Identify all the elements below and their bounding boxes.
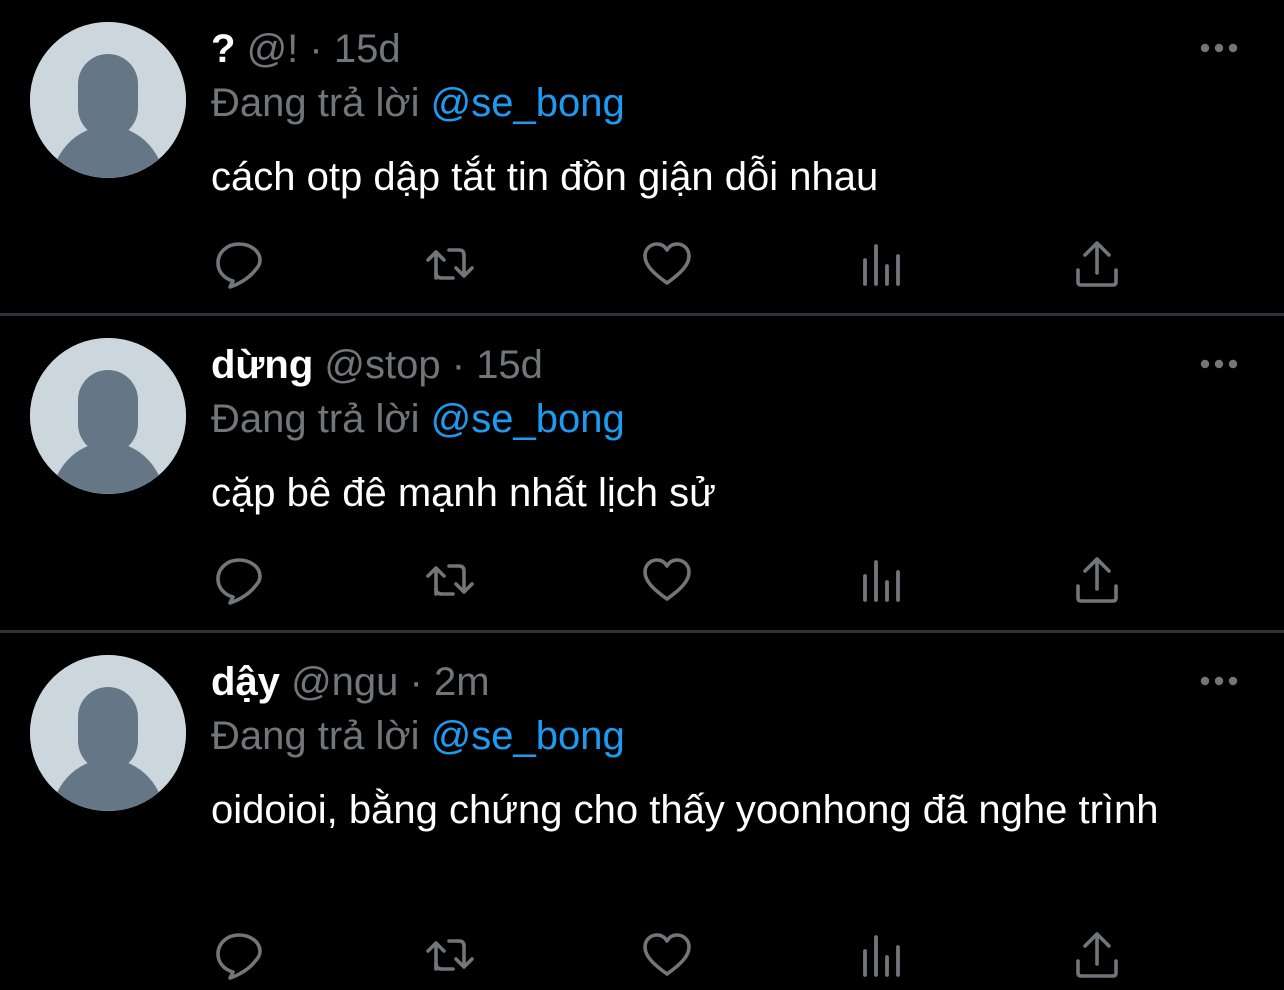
share-upload-icon	[1076, 932, 1118, 978]
analytics-bars-icon	[863, 935, 900, 977]
share-button[interactable]	[1071, 238, 1123, 290]
heart-icon	[643, 242, 691, 285]
more-horizontal-icon	[1200, 359, 1238, 369]
display-name[interactable]: dừng	[211, 343, 313, 387]
reply-bubble-icon	[216, 933, 262, 980]
avatar[interactable]	[30, 338, 186, 494]
replying-to-line: Đang trả lời @se_bong	[211, 80, 625, 126]
timestamp[interactable]: 15d	[334, 27, 401, 71]
username-handle[interactable]: @stop	[324, 343, 440, 387]
reply-bubble-icon	[216, 242, 262, 289]
tweet-header: dậy @ngu · 2m	[211, 659, 490, 705]
reply-button[interactable]	[213, 238, 265, 290]
replying-prefix: Đang trả lời	[211, 714, 420, 758]
tweet-header: dừng @stop · 15d	[211, 342, 543, 388]
action-bar	[211, 554, 1131, 606]
tweet-text: cặp bê đê mạnh nhất lịch sử	[211, 471, 716, 515]
heart-icon	[643, 933, 691, 976]
analytics-bars-icon	[863, 244, 900, 286]
avatar[interactable]	[30, 655, 186, 811]
share-upload-icon	[1076, 241, 1118, 287]
default-profile-icon	[30, 655, 186, 811]
tweet-reply[interactable]: ? @! · 15d Đang trả lời @se_bong cách ot…	[0, 0, 1284, 313]
mention-link[interactable]: @se_bong	[431, 81, 625, 125]
like-button[interactable]	[641, 929, 693, 981]
separator-dot: ·	[409, 660, 423, 704]
share-button[interactable]	[1071, 554, 1123, 606]
views-button[interactable]	[857, 238, 909, 290]
action-bar	[211, 929, 1131, 981]
avatar[interactable]	[30, 22, 186, 178]
share-button[interactable]	[1071, 929, 1123, 981]
like-button[interactable]	[641, 238, 693, 290]
more-options-button[interactable]	[1200, 40, 1240, 60]
analytics-bars-icon	[863, 560, 900, 602]
tweet-text: oidoioi, bằng chứng cho thấy yoonhong đã…	[211, 788, 1159, 832]
retweet-button[interactable]	[425, 238, 477, 290]
tweet-header: ? @! · 15d	[211, 26, 401, 72]
retweet-button[interactable]	[425, 929, 477, 981]
reply-button[interactable]	[213, 554, 265, 606]
separator-dot: ·	[451, 343, 466, 387]
views-button[interactable]	[857, 554, 909, 606]
share-upload-icon	[1076, 557, 1118, 603]
reply-button[interactable]	[213, 929, 265, 981]
username-handle[interactable]: @!	[247, 27, 299, 71]
retweet-icon	[426, 939, 474, 971]
retweet-icon	[426, 564, 474, 596]
timestamp[interactable]: 2m	[434, 660, 490, 704]
replying-to-line: Đang trả lời @se_bong	[211, 396, 625, 442]
replying-prefix: Đang trả lời	[211, 397, 420, 441]
retweet-icon	[426, 248, 474, 280]
more-horizontal-icon	[1200, 43, 1238, 53]
default-profile-icon	[30, 338, 186, 494]
heart-icon	[643, 558, 691, 601]
action-bar	[211, 238, 1131, 290]
more-options-button[interactable]	[1200, 356, 1240, 376]
tweet-reply[interactable]: dậy @ngu · 2m Đang trả lời @se_bong oido…	[0, 633, 1284, 990]
mention-link[interactable]: @se_bong	[431, 397, 625, 441]
tweet-reply[interactable]: dừng @stop · 15d Đang trả lời @se_bong c…	[0, 316, 1284, 630]
like-button[interactable]	[641, 554, 693, 606]
default-profile-icon	[30, 22, 186, 178]
tweet-text: cách otp dập tắt tin đồn giận dỗi nhau	[211, 155, 879, 199]
views-button[interactable]	[857, 929, 909, 981]
timestamp[interactable]: 15d	[476, 343, 543, 387]
more-horizontal-icon	[1200, 676, 1238, 686]
more-options-button[interactable]	[1200, 673, 1240, 693]
replying-to-line: Đang trả lời @se_bong	[211, 713, 625, 759]
display-name[interactable]: ?	[211, 27, 235, 71]
retweet-button[interactable]	[425, 554, 477, 606]
separator-dot: ·	[309, 27, 323, 71]
display-name[interactable]: dậy	[211, 660, 280, 704]
mention-link[interactable]: @se_bong	[431, 714, 625, 758]
replying-prefix: Đang trả lời	[211, 81, 420, 125]
username-handle[interactable]: @ngu	[291, 660, 398, 704]
reply-bubble-icon	[216, 558, 262, 605]
